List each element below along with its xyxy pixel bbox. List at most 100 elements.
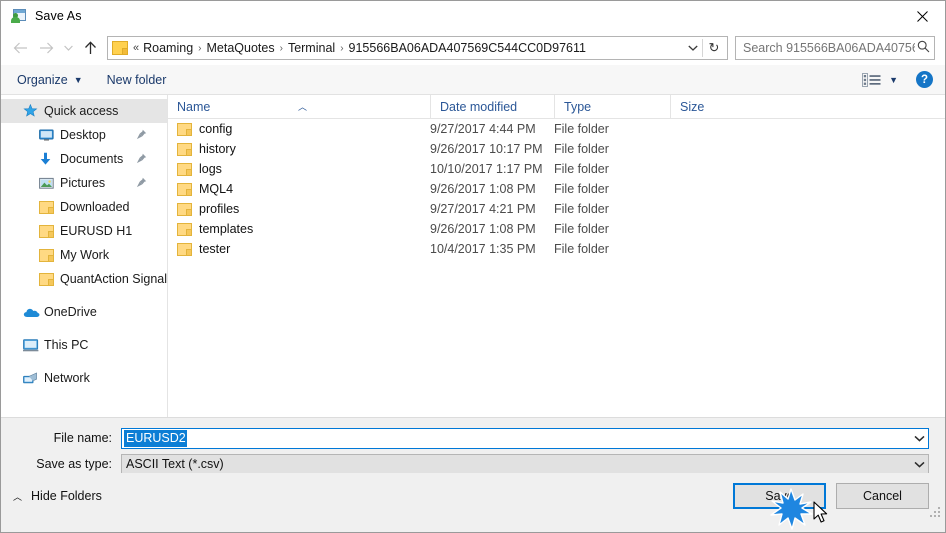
breadcrumb-separator[interactable]: › <box>195 43 204 54</box>
save-as-type-value: ASCII Text (*.csv) <box>126 457 224 471</box>
new-folder-label: New folder <box>106 72 167 87</box>
sidebar-item-this-pc[interactable]: This PC <box>1 333 167 357</box>
breadcrumb-prefix[interactable]: « <box>131 42 141 54</box>
sidebar-item-label: Pictures <box>60 176 106 190</box>
refresh-icon[interactable]: ↻ <box>703 37 725 59</box>
file-name-cell: logs <box>168 162 430 176</box>
help-icon[interactable]: ? <box>916 71 933 88</box>
table-row[interactable]: config 9/27/2017 4:44 PM File folder <box>168 119 945 139</box>
file-type: File folder <box>554 222 609 236</box>
table-row[interactable]: profiles 9/27/2017 4:21 PM File folder <box>168 199 945 219</box>
table-row[interactable]: MQL4 9/26/2017 1:08 PM File folder <box>168 179 945 199</box>
sidebar-item-desktop[interactable]: Desktop <box>1 123 167 147</box>
file-name: history <box>199 142 236 156</box>
address-bar-row: « Roaming › MetaQuotes › Terminal › 9155… <box>1 31 945 65</box>
table-row[interactable]: templates 9/26/2017 1:08 PM File folder <box>168 219 945 239</box>
chevron-down-icon[interactable] <box>910 461 928 468</box>
column-header-date-modified[interactable]: Date modified <box>430 94 554 119</box>
save-as-type-row: Save as type: ASCII Text (*.csv) <box>1 453 945 475</box>
hide-folders-label: Hide Folders <box>31 489 102 503</box>
pin-icon[interactable] <box>136 153 147 167</box>
pin-icon[interactable] <box>136 129 147 143</box>
sidebar-item-label: OneDrive <box>44 305 97 319</box>
sidebar-item-quick-access[interactable]: Quick access <box>1 99 167 123</box>
file-type: File folder <box>554 202 609 216</box>
file-name: config <box>199 122 233 136</box>
sidebar-item-label: Documents <box>60 152 124 166</box>
close-button[interactable] <box>899 1 945 31</box>
file-type: File folder <box>554 142 609 156</box>
column-header-row: Name ︿ Date modified Type Size <box>168 94 945 119</box>
search-icon <box>917 40 930 56</box>
column-header-name[interactable]: Name ︿ <box>168 95 430 119</box>
sidebar-item-my-work[interactable]: My Work <box>1 243 167 267</box>
file-date: 10/10/2017 1:17 PM <box>430 162 543 176</box>
desktop-icon <box>39 129 56 142</box>
sidebar-item-quantaction-signal[interactable]: QuantAction Signal <box>1 267 167 291</box>
view-layout-icon[interactable] <box>862 72 881 87</box>
new-folder-button[interactable]: New folder <box>107 73 167 87</box>
column-header-size[interactable]: Size <box>670 94 750 119</box>
arrow-up-icon[interactable] <box>77 35 103 61</box>
breadcrumb-item-terminal-id[interactable]: 915566BA06ADA407569C544CC0D97611 <box>347 41 588 55</box>
star-icon <box>23 104 40 118</box>
sidebar-item-downloaded[interactable]: Downloaded <box>1 195 167 219</box>
sidebar-item-onedrive[interactable]: OneDrive <box>1 300 167 324</box>
recent-locations-chevron-down-icon[interactable] <box>59 35 77 61</box>
sidebar-item-network[interactable]: Network <box>1 366 167 390</box>
sidebar-item-label: Quick access <box>44 104 119 118</box>
file-type: File folder <box>554 162 609 176</box>
file-name-input[interactable]: EURUSD2 <box>121 427 929 449</box>
breadcrumb-item-metaquotes[interactable]: MetaQuotes <box>205 41 277 55</box>
save-label: Save <box>765 489 794 503</box>
organize-label: Organize <box>17 72 68 87</box>
sidebar-item-pictures[interactable]: Pictures <box>1 171 167 195</box>
cancel-button[interactable]: Cancel <box>836 483 929 509</box>
search-box[interactable] <box>735 36 935 60</box>
resize-grip-icon[interactable] <box>930 505 942 517</box>
sidebar-item-label: Network <box>44 371 90 385</box>
sidebar-item-label: QuantAction Signal <box>60 272 167 286</box>
file-name-value: EURUSD2 <box>124 429 187 447</box>
organize-button[interactable]: Organize ▼ <box>17 73 83 87</box>
file-name-cell: profiles <box>168 202 430 216</box>
sidebar-item-label: My Work <box>60 248 110 262</box>
pictures-icon <box>39 177 56 190</box>
folder-icon <box>177 182 192 196</box>
table-row[interactable]: logs 10/10/2017 1:17 PM File folder <box>168 159 945 179</box>
breadcrumb-separator[interactable]: › <box>337 43 346 54</box>
cancel-label: Cancel <box>863 489 902 503</box>
chevron-down-icon: ▼ <box>73 74 83 85</box>
pin-icon[interactable] <box>136 177 147 191</box>
view-chevron-down-icon[interactable]: ▼ <box>889 75 898 85</box>
help-label: ? <box>920 73 929 86</box>
table-row[interactable]: history 9/26/2017 10:17 PM File folder <box>168 139 945 159</box>
sidebar-item-label: Desktop <box>60 128 106 142</box>
file-name: logs <box>199 162 222 176</box>
breadcrumb-item-terminal[interactable]: Terminal <box>286 41 337 55</box>
chevron-down-icon[interactable] <box>910 435 928 442</box>
column-header-type[interactable]: Type <box>554 94 670 119</box>
save-as-type-select[interactable]: ASCII Text (*.csv) <box>121 453 929 475</box>
save-as-type-label: Save as type: <box>36 457 112 471</box>
sidebar-item-label: This PC <box>44 338 89 352</box>
breadcrumb-item-roaming[interactable]: Roaming <box>141 41 195 55</box>
search-input[interactable] <box>743 41 915 55</box>
arrow-right-icon[interactable] <box>33 35 59 61</box>
breadcrumb-separator[interactable]: › <box>277 43 286 54</box>
file-name-cell: templates <box>168 222 430 236</box>
address-bar[interactable]: « Roaming › MetaQuotes › Terminal › 9155… <box>107 36 728 60</box>
save-button[interactable]: Save <box>733 483 826 509</box>
file-name-label: File name: <box>53 431 112 445</box>
table-row[interactable]: tester 10/4/2017 1:35 PM File folder <box>168 239 945 259</box>
address-chevron-down-icon[interactable] <box>684 37 702 59</box>
file-name-row: File name: EURUSD2 <box>1 427 945 449</box>
file-name-input-inner[interactable]: EURUSD2 <box>122 429 910 447</box>
sidebar-item-eurusd-h1[interactable]: EURUSD H1 <box>1 219 167 243</box>
arrow-left-icon[interactable] <box>7 35 33 61</box>
file-name-cell: tester <box>168 242 430 256</box>
folder-icon <box>177 122 192 136</box>
refresh-glyph: ↻ <box>708 40 720 55</box>
sidebar-item-documents[interactable]: Documents <box>1 147 167 171</box>
hide-folders-button[interactable]: ︿ Hide Folders <box>13 489 102 503</box>
